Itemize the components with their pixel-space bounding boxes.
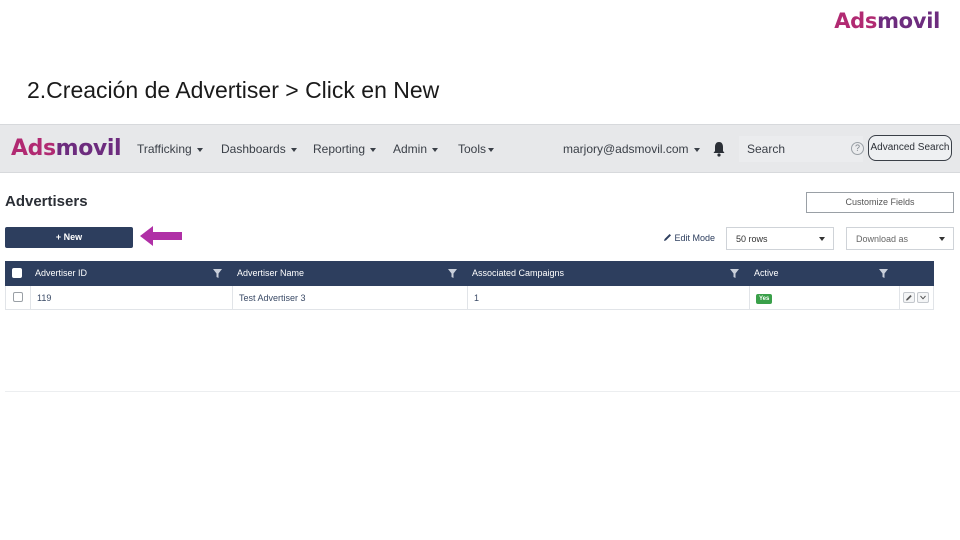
download-as-value: Download as [856,234,909,244]
row-expand-button[interactable] [917,292,929,303]
nav-admin-label: Admin [393,142,428,156]
slide-title: 2.Creación de Advertiser > Click en New [27,77,440,103]
bell-icon[interactable] [712,141,726,157]
nav-reporting[interactable]: Reporting [313,142,377,156]
download-as-select[interactable]: Download as [846,227,954,250]
column-header-active[interactable]: Active [748,261,898,286]
highlight-arrow-icon [140,226,182,246]
nav-dashboards[interactable]: Dashboards [221,142,297,156]
chevron-down-icon [693,147,700,152]
slide-logo-part2: movil [877,9,940,33]
chevron-down-icon [432,147,439,152]
nav-trafficking[interactable]: Trafficking [137,142,203,156]
column-header-advertiser-name[interactable]: Advertiser Name [231,261,466,286]
row-checkbox[interactable] [13,292,23,302]
column-header-label: Associated Campaigns [472,268,565,278]
new-advertiser-button[interactable]: + New [5,227,133,248]
column-header-associated-campaigns[interactable]: Associated Campaigns [466,261,748,286]
table-row[interactable]: 119 Test Advertiser 3 1 Yes [5,286,934,310]
filter-icon[interactable] [448,269,457,278]
select-all-checkbox[interactable] [12,268,22,278]
slide-logo-part1: Ads [834,9,878,33]
pencil-icon [906,295,912,301]
rows-per-page-value: 50 rows [736,234,768,244]
nav-trafficking-label: Trafficking [137,142,192,156]
content-divider [5,391,960,392]
chevron-down-icon [290,147,297,152]
column-header-label: Active [754,268,779,278]
filter-icon[interactable] [730,269,739,278]
advertisers-table: Advertiser ID Advertiser Name Associated… [5,261,934,310]
advertiser-id-cell: 119 [30,286,232,309]
nav-dashboards-label: Dashboards [221,142,286,156]
table-header: Advertiser ID Advertiser Name Associated… [5,261,934,286]
associated-campaigns-cell: 1 [467,286,749,309]
row-edit-button[interactable] [903,292,915,303]
customize-fields-button[interactable]: Customize Fields [806,192,954,213]
advanced-search-button[interactable]: Advanced Search [868,135,952,161]
chevron-down-icon [920,295,926,300]
edit-mode-label: Edit Mode [674,233,716,243]
page-title: Advertisers [5,193,88,210]
top-navbar: Adsmovil Trafficking Dashboards Reportin… [0,124,960,173]
chevron-down-icon [370,147,377,152]
search-input[interactable]: Search [739,136,863,162]
column-header-advertiser-id[interactable]: Advertiser ID [29,261,231,286]
app-logo-part1: Ads [11,136,56,161]
rows-per-page-select[interactable]: 50 rows [726,227,834,250]
chevron-down-icon [819,237,825,241]
filter-icon[interactable] [879,269,888,278]
nav-tools[interactable]: Tools [458,142,495,156]
app-logo[interactable]: Adsmovil [11,136,122,161]
row-actions-cell [899,286,934,309]
chevron-down-icon [939,237,945,241]
column-header-label: Advertiser ID [35,268,88,278]
user-email: marjory@adsmovil.com [563,142,689,156]
app-logo-part2: movil [55,136,122,161]
nav-reporting-label: Reporting [313,142,366,156]
chevron-down-icon [196,147,203,152]
chevron-down-icon [488,147,495,152]
row-select-cell [6,286,30,309]
pencil-icon [664,234,671,241]
slide-logo: Adsmovil [834,9,940,33]
nav-admin[interactable]: Admin [393,142,439,156]
column-header-label: Advertiser Name [237,268,305,278]
advertiser-name-link[interactable]: Test Advertiser 3 [232,286,467,309]
user-menu[interactable]: marjory@adsmovil.com [563,142,700,156]
active-cell: Yes [749,286,899,309]
help-icon[interactable]: ? [851,142,864,155]
nav-tools-label: Tools [458,142,487,156]
filter-icon[interactable] [213,269,222,278]
status-badge: Yes [756,293,773,304]
edit-mode-link[interactable]: Edit Mode [663,233,715,243]
